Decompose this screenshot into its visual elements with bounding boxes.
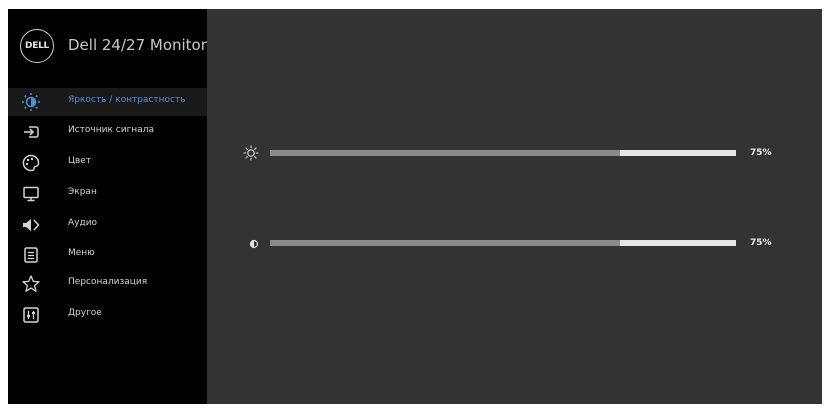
menu-item-label: Другое bbox=[68, 308, 102, 318]
menu-item-other[interactable]: Другое bbox=[8, 301, 207, 329]
menu-list-icon bbox=[21, 245, 41, 265]
speaker-icon bbox=[21, 215, 41, 235]
contrast-slider-fill bbox=[270, 240, 620, 246]
color-palette-icon bbox=[21, 153, 41, 173]
menu-item-label: Яркость / контрастность bbox=[68, 95, 186, 105]
menu-item-label: Экран bbox=[68, 187, 97, 197]
other-settings-icon bbox=[21, 305, 41, 325]
contrast-slider[interactable] bbox=[270, 240, 736, 246]
settings-panel bbox=[207, 9, 822, 404]
star-icon bbox=[21, 274, 41, 294]
contrast-icon bbox=[246, 236, 262, 252]
monitor-title: Dell 24/27 Monitor bbox=[68, 36, 207, 54]
input-source-icon bbox=[21, 122, 41, 142]
brightness-slider-fill bbox=[270, 150, 620, 156]
brightness-icon bbox=[21, 92, 41, 112]
menu-item-brightness-contrast[interactable]: Яркость / контрастность bbox=[8, 88, 207, 116]
sidebar: DELL Dell 24/27 Monitor Яркость / контра… bbox=[8, 9, 207, 404]
menu-item-input-source[interactable]: Источник сигнала bbox=[8, 118, 207, 146]
sun-icon bbox=[243, 145, 259, 161]
menu-item-label: Меню bbox=[68, 248, 95, 258]
menu-item-audio[interactable]: Аудио bbox=[8, 211, 207, 239]
menu-item-menu[interactable]: Меню bbox=[8, 241, 207, 269]
osd-header: DELL Dell 24/27 Monitor bbox=[8, 9, 207, 77]
display-icon bbox=[21, 184, 41, 204]
brightness-slider[interactable] bbox=[270, 150, 736, 156]
menu-item-label: Цвет bbox=[68, 156, 92, 166]
monitor-osd: DELL Dell 24/27 Monitor Яркость / контра… bbox=[8, 9, 822, 404]
contrast-value: 75% bbox=[750, 238, 772, 248]
menu-item-personalize[interactable]: Персонализация bbox=[8, 270, 207, 298]
menu-item-label: Персонализация bbox=[68, 277, 148, 287]
menu-item-display[interactable]: Экран bbox=[8, 180, 207, 208]
menu-item-color[interactable]: Цвет bbox=[8, 149, 207, 177]
brightness-value: 75% bbox=[750, 148, 772, 158]
menu-item-label: Аудио bbox=[68, 218, 98, 228]
menu-item-label: Источник сигнала bbox=[68, 125, 154, 135]
dell-logo: DELL bbox=[20, 29, 54, 63]
